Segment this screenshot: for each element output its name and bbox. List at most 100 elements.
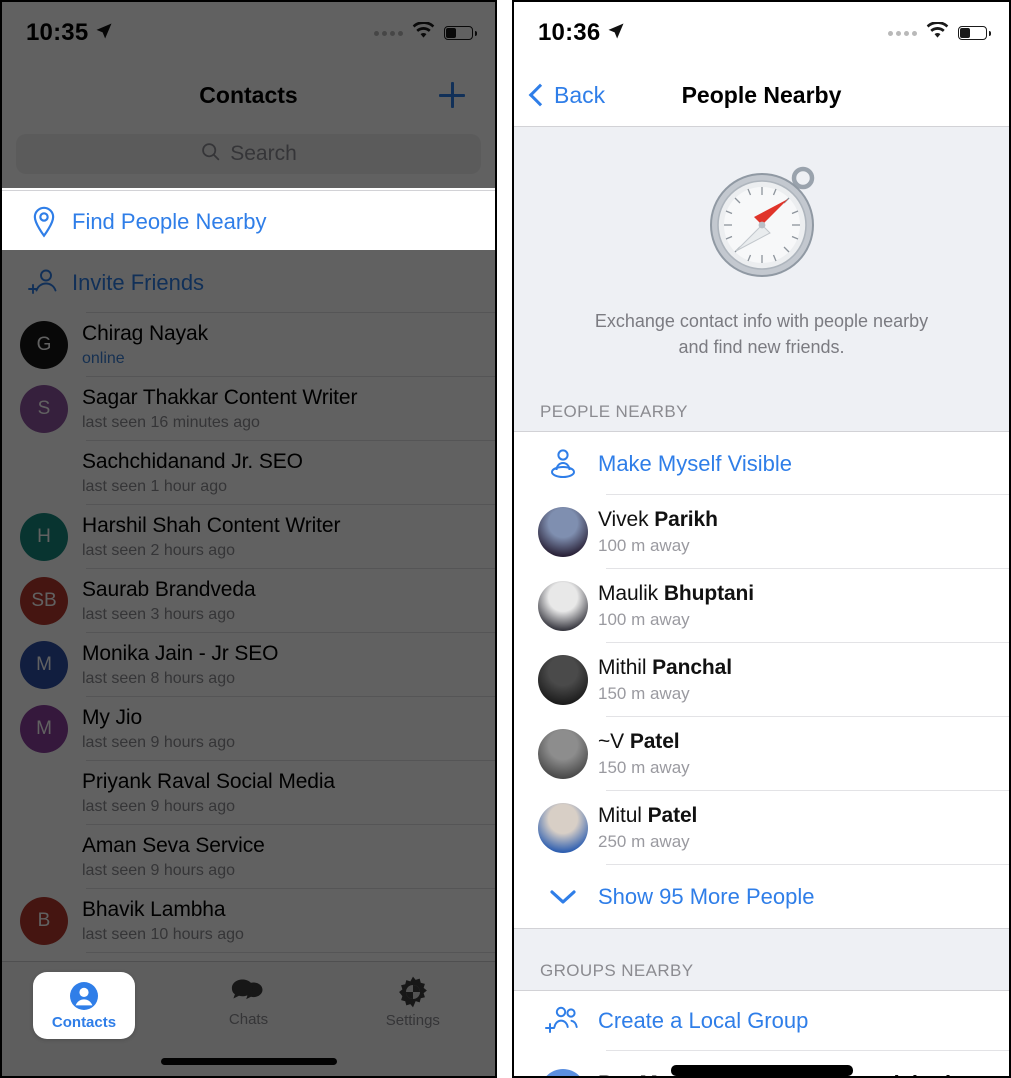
person-row[interactable]: Mitul Patel 250 m away (514, 791, 1009, 866)
page-title: Contacts (199, 81, 298, 108)
contact-name: Sagar Thakkar Content Writer (82, 386, 358, 410)
left-top-area: 10:35 Contacts Search (2, 2, 495, 191)
contact-row[interactable]: Sachchidanand Jr. SEO last seen 1 hour ag… (2, 441, 495, 505)
contact-name: Harshil Shah Content Writer (82, 514, 341, 538)
status-time: 10:36 (538, 19, 601, 46)
contact-status: online (82, 349, 125, 367)
contact-row[interactable]: Priyank Raval Social Media last seen 9 ho… (2, 761, 495, 825)
search-placeholder: Search (230, 142, 297, 165)
contact-status: last seen 9 hours ago (82, 797, 235, 815)
contacts-list: G Chirag Nayak online S Sagar Thakkar Conten… (2, 313, 495, 953)
person-circle-icon (70, 982, 98, 1010)
person-distance: 150 m away (598, 758, 690, 778)
person-text: Vivek Parikh 100 m away (598, 508, 718, 556)
group-avatar (528, 1069, 598, 1076)
person-avatar-slot (528, 803, 598, 854)
contact-text: My Jio last seen 9 hours ago (82, 706, 481, 751)
avatar: S (20, 385, 68, 433)
contact-status: last seen 3 hours ago (82, 605, 235, 623)
find-people-nearby-label: Find People Nearby (72, 209, 267, 234)
person-avatar-slot (528, 729, 598, 780)
tab-settings[interactable]: Settings (331, 962, 495, 1042)
signal-dots-icon (374, 30, 403, 36)
person-distance: 250 m away (598, 832, 690, 852)
contact-row[interactable]: SB Saurab Brandveda last seen 3 hours ago (2, 569, 495, 633)
row-separator (86, 952, 495, 953)
search-icon (200, 141, 221, 167)
hero-section: Exchange contact info with people nearby… (514, 127, 1009, 387)
avatar (538, 803, 588, 854)
person-name: Vivek Parikh (598, 508, 718, 532)
contact-name: Bhavik Lambha (82, 898, 226, 922)
contact-text: Priyank Raval Social Media last seen 9 ho… (82, 770, 481, 815)
contact-row[interactable]: B Bhavik Lambha last seen 10 hours ago (2, 889, 495, 953)
contact-row[interactable]: M Monika Jain - Jr SEO last seen 8 hours a… (2, 633, 495, 697)
person-text: ~V Patel 150 m away (598, 730, 690, 778)
avatar: H (20, 513, 68, 561)
person-first-name: Maulik (598, 582, 664, 606)
contact-status: last seen 9 hours ago (82, 861, 235, 879)
contact-row[interactable]: M My Jio last seen 9 hours ago (2, 697, 495, 761)
person-name: Mithil Panchal (598, 656, 732, 680)
person-text: Maulik Bhuptani 100 m away (598, 582, 754, 630)
people-nearby-list: Make Myself Visible Vivek Parikh 100 m aw… (514, 431, 1009, 930)
contacts-tab-spotlight[interactable]: Contacts (33, 972, 135, 1039)
battery-icon (958, 26, 991, 40)
hero-description: Exchange contact info with people nearby… (514, 308, 1009, 360)
person-first-name: Mitul (598, 804, 648, 828)
avatar: M (20, 641, 68, 689)
groups-nearby-section-header: GROUPS NEARBY (514, 951, 1009, 991)
contact-row[interactable]: H Harshil Shah Content Writer last seen 2 … (2, 505, 495, 569)
avatar: M (20, 705, 68, 753)
contact-name: Sachchidanand Jr. SEO (82, 450, 303, 474)
contact-avatar-slot: H (16, 513, 72, 561)
contact-text: Saurab Brandveda last seen 3 hours ago (82, 578, 481, 623)
wifi-icon (926, 21, 949, 44)
sidebar-item-find-people-nearby[interactable]: Find People Nearby (2, 191, 495, 253)
person-row[interactable]: Maulik Bhuptani 100 m away (514, 569, 1009, 644)
back-button[interactable]: Back (514, 82, 605, 109)
location-arrow-icon (95, 19, 113, 47)
chevron-down-icon (528, 888, 598, 906)
person-row[interactable]: ~V Patel 150 m away (514, 717, 1009, 792)
avatar (20, 769, 68, 817)
tab-chats[interactable]: Chats (166, 962, 330, 1042)
show-more-people-row[interactable]: Show 95 More People (514, 865, 1009, 929)
group-add-icon (528, 1005, 598, 1037)
right-navbar: Back People Nearby (514, 64, 1009, 127)
search-container: Search (2, 126, 495, 190)
person-last-name: Panchal (652, 656, 732, 680)
contact-row[interactable]: Aman Seva Service last seen 9 hours ago (2, 825, 495, 889)
contact-text: Sachchidanand Jr. SEO last seen 1 hour ag… (82, 450, 481, 495)
contact-avatar-slot: B (16, 897, 72, 945)
sidebar-item-invite-friends[interactable]: Invite Friends (2, 253, 495, 313)
right-status-time-group: 10:36 (538, 19, 625, 47)
search-input[interactable]: Search (16, 134, 481, 174)
avatar (538, 507, 588, 558)
contact-text: Bhavik Lambha last seen 10 hours ago (82, 898, 481, 943)
section-gap (514, 929, 1009, 952)
contact-avatar-slot: SB (16, 577, 72, 625)
contact-avatar-slot (16, 769, 72, 817)
home-indicator[interactable] (160, 1058, 337, 1065)
plus-icon[interactable] (439, 82, 465, 108)
create-local-group-row[interactable]: Create a Local Group (514, 991, 1009, 1052)
person-row[interactable]: Vivek Parikh 100 m away (514, 495, 1009, 570)
contact-row[interactable]: S Sagar Thakkar Content Writer last seen 1… (2, 377, 495, 441)
contact-text: Monika Jain - Jr SEO last seen 8 hours ag… (82, 642, 481, 687)
contact-avatar-slot (16, 449, 72, 497)
person-row[interactable]: Mithil Panchal 150 m away (514, 643, 1009, 718)
home-indicator[interactable] (670, 1065, 853, 1076)
gear-icon (398, 976, 427, 1008)
contact-row[interactable]: G Chirag Nayak online (2, 313, 495, 377)
make-myself-visible-row[interactable]: Make Myself Visible (514, 432, 1009, 496)
avatar (20, 449, 68, 497)
battery-icon (444, 26, 477, 40)
person-last-name: Bhuptani (663, 582, 755, 606)
contact-name: Aman Seva Service (82, 834, 265, 858)
screenshot-stage: 10:35 Contacts Search Find People Nearby… (0, 0, 1011, 1078)
person-add-icon (16, 268, 72, 298)
contact-name: Priyank Raval Social Media (82, 770, 336, 794)
avatar (538, 581, 588, 632)
person-first-name: ~V (598, 730, 630, 754)
